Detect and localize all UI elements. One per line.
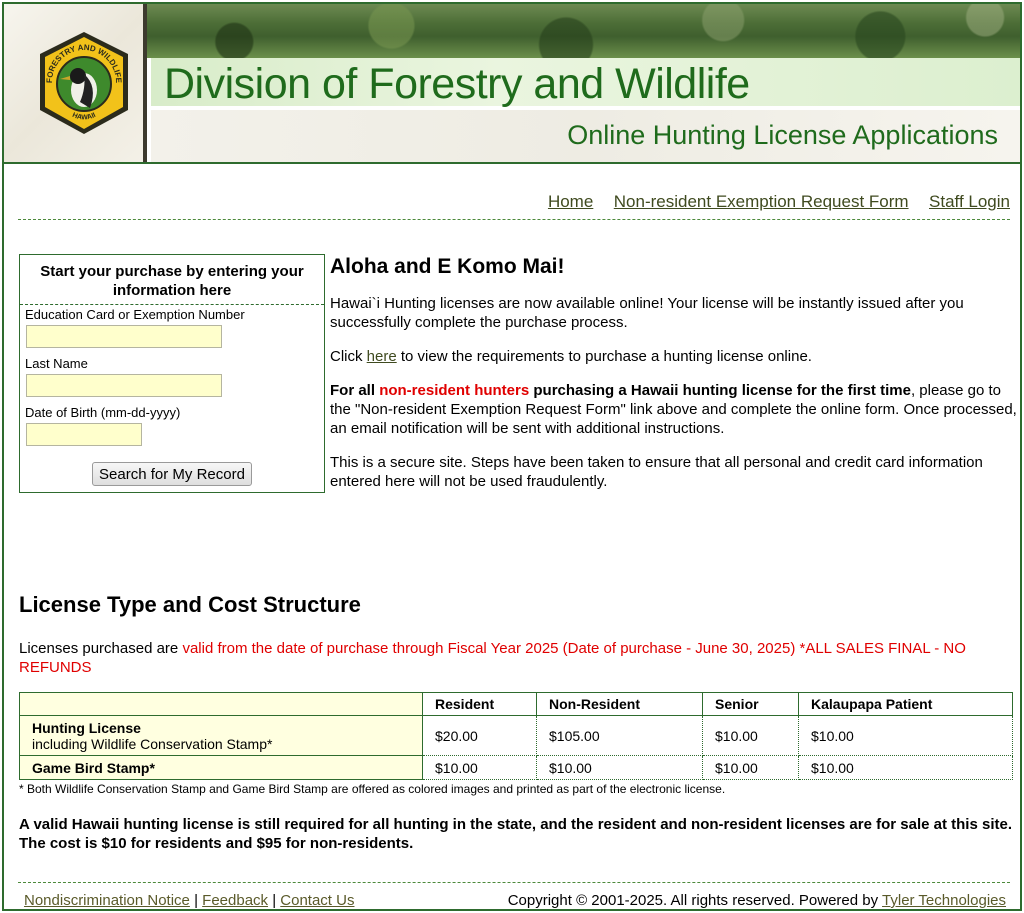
contact-us-link[interactable]: Contact Us [280,892,354,909]
search-panel-heading: Start your purchase by entering your inf… [20,255,324,305]
requirements-here-link[interactable]: here [367,348,397,365]
column-header: Resident [422,692,537,716]
nav-staff-login-link[interactable]: Staff Login [929,192,1010,212]
welcome-paragraph-2: Click here to view the requirements to p… [330,347,1018,366]
site-banner: FORESTRY AND WILDLIFE HAWAII Division of… [4,4,1020,164]
non-resident-hunters-text: non-resident hunters [379,382,530,399]
banner-title: Division of Forestry and Wildlife [164,60,750,108]
welcome-paragraph-3: For all non-resident hunters purchasing … [330,381,1018,438]
footer-copyright: Copyright © 2001-2025. All rights reserv… [508,892,1006,909]
footer-separator: | [272,892,277,909]
dofaw-seal-logo: FORESTRY AND WILDLIFE HAWAII [40,32,128,134]
feedback-link[interactable]: Feedback [202,892,268,909]
welcome-section: Aloha and E Komo Mai! Hawai`i Hunting li… [330,254,1018,506]
welcome-heading: Aloha and E Komo Mai! [330,255,565,278]
search-record-button[interactable]: Search for My Record [92,462,252,486]
license-section-heading: License Type and Cost Structure [19,592,361,617]
education-card-label: Education Card or Exemption Number [25,307,245,322]
last-name-input[interactable] [26,374,222,397]
price-cell: $10.00 [798,715,1013,756]
click-text: Click [330,348,363,365]
column-header: Kalaupapa Patient [798,692,1013,716]
footer-links: Nondiscrimination Notice | Feedback | Co… [24,892,354,909]
row-name: Hunting License [32,719,141,736]
nondiscrimination-link[interactable]: Nondiscrimination Notice [24,892,190,909]
price-cell: $10.00 [422,755,537,780]
banner-subtitle: Online Hunting License Applications [567,120,998,150]
nav-home-link[interactable]: Home [548,192,593,212]
price-cell: $105.00 [536,715,703,756]
copyright-text: Copyright © 2001-2025. All rights reserv… [507,892,879,909]
education-card-input[interactable] [26,325,222,348]
nav-exemption-form-link[interactable]: Non-resident Exemption Request Form [614,192,909,212]
welcome-paragraph-1: Hawai`i Hunting licenses are now availab… [330,295,964,331]
footer-separator: | [194,892,198,909]
date-of-birth-input[interactable] [26,423,142,446]
page-footer: Nondiscrimination Notice | Feedback | Co… [18,882,1010,912]
first-time-text: purchasing a Hawaii hunting license for … [533,382,911,399]
price-cell: $20.00 [422,715,537,756]
requirements-text: to view the requirements to purchase a h… [400,348,812,365]
table-header-row: Resident Non-Resident Senior Kalaupapa P… [19,692,1013,716]
for-all-text: For all [330,382,376,399]
row-header-game-bird-stamp: Game Bird Stamp* [19,755,423,780]
page-frame: FORESTRY AND WILDLIFE HAWAII Division of… [2,2,1022,911]
row-header-hunting-license: Hunting License including Wildlife Conse… [19,715,423,756]
price-cell: $10.00 [702,755,799,780]
record-search-panel: Start your purchase by entering your inf… [19,254,325,493]
price-cell: $10.00 [536,755,703,780]
tyler-technologies-link[interactable]: Tyler Technologies [882,892,1006,909]
license-validity-note: Licenses purchased are valid from the da… [19,639,1014,677]
license-cost-table: Resident Non-Resident Senior Kalaupapa P… [19,692,1013,780]
column-header: Non-Resident [536,692,703,716]
stamp-footnote: * Both Wildlife Conservation Stamp and G… [19,782,726,796]
last-name-label: Last Name [25,356,88,371]
table-corner-cell [19,692,423,716]
license-requirement-note: A valid Hawaii hunting license is still … [19,816,1012,852]
welcome-paragraph-4: This is a secure site. Steps have been t… [330,454,983,490]
price-cell: $10.00 [702,715,799,756]
date-of-birth-label: Date of Birth (mm-dd-yyyy) [25,405,181,420]
top-nav: Home Non-resident Exemption Request Form… [18,176,1010,220]
banner-forest-photo [147,4,1020,58]
table-row: Game Bird Stamp* $10.00 $10.00 $10.00 $1… [19,755,1013,780]
price-cell: $10.00 [798,755,1013,780]
table-row: Hunting License including Wildlife Conse… [19,715,1013,756]
column-header: Senior [702,692,799,716]
row-subtext: including Wildlife Conservation Stamp* [32,735,273,752]
license-note-prefix: Licenses purchased are [19,640,179,657]
row-name: Game Bird Stamp* [32,759,155,776]
